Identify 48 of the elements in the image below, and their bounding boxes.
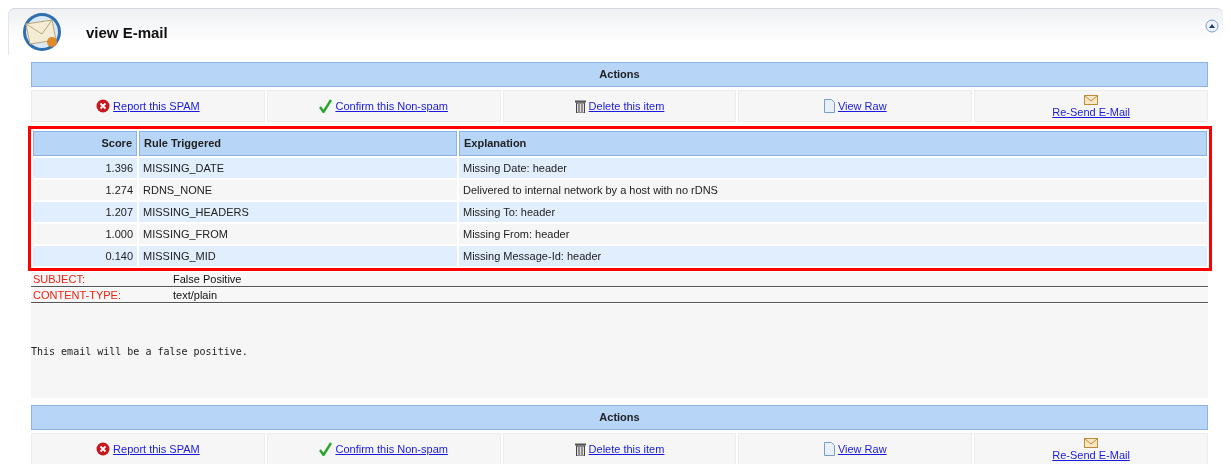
table-cell: Missing From: header <box>459 224 1207 244</box>
document-icon <box>823 99 835 113</box>
column-header: Explanation <box>459 131 1207 156</box>
envelope-icon <box>22 12 62 52</box>
column-header: Rule Triggered <box>139 131 457 156</box>
trash-icon <box>574 99 586 113</box>
table-cell: Missing To: header <box>459 202 1207 222</box>
message-body: This email will be a false positive. <box>31 304 1208 398</box>
table-cell: Missing Message-Id: header <box>459 246 1207 266</box>
envelope-icon <box>1084 94 1099 105</box>
table-cell: 1.207 <box>33 202 137 222</box>
action-link[interactable]: View Raw <box>837 100 887 112</box>
actions-header: Actions <box>31 405 1208 430</box>
error-icon <box>96 99 111 113</box>
action-link[interactable]: Delete this item <box>588 100 665 112</box>
page-title: view E-mail <box>86 23 168 41</box>
table-cell: 0.140 <box>33 246 137 266</box>
table-cell: RDNS_NONE <box>139 180 457 200</box>
table-cell: 1.274 <box>33 180 137 200</box>
envelope-icon <box>1084 437 1099 448</box>
table-cell: MISSING_FROM <box>139 224 457 244</box>
table-cell: MISSING_HEADERS <box>139 202 457 222</box>
action-link[interactable]: Confirm this Non-spam <box>335 443 448 455</box>
table-cell: Missing Date: header <box>459 158 1207 178</box>
actions-header: Actions <box>31 62 1208 87</box>
header-value: False Positive <box>173 272 242 286</box>
header-name: CONTENT-TYPE: <box>32 288 122 302</box>
table-cell: 1.396 <box>33 158 137 178</box>
table-cell: 1.000 <box>33 224 137 244</box>
action-link[interactable]: Re-Send E-Mail <box>1052 448 1130 461</box>
checkmark-icon <box>319 442 333 456</box>
collapse-icon[interactable] <box>1205 19 1219 33</box>
action-link[interactable]: Confirm this Non-spam <box>335 100 448 112</box>
table-cell: MISSING_DATE <box>139 158 457 178</box>
table-cell: Delivered to internal network by a host with no rDNS <box>459 180 1207 200</box>
action-link[interactable]: Report this SPAM <box>113 443 200 455</box>
action-link[interactable]: Re-Send E-Mail <box>1052 105 1130 118</box>
header-name: SUBJECT: <box>32 272 86 286</box>
document-icon <box>823 442 835 456</box>
column-header: Score <box>33 131 137 156</box>
action-link[interactable]: View Raw <box>837 443 887 455</box>
header-value: text/plain <box>173 288 218 302</box>
table-cell: MISSING_MID <box>139 246 457 266</box>
trash-icon <box>574 442 586 456</box>
action-link[interactable]: Delete this item <box>588 443 665 455</box>
checkmark-icon <box>319 99 333 113</box>
action-link[interactable]: Report this SPAM <box>113 100 200 112</box>
error-icon <box>96 442 111 456</box>
